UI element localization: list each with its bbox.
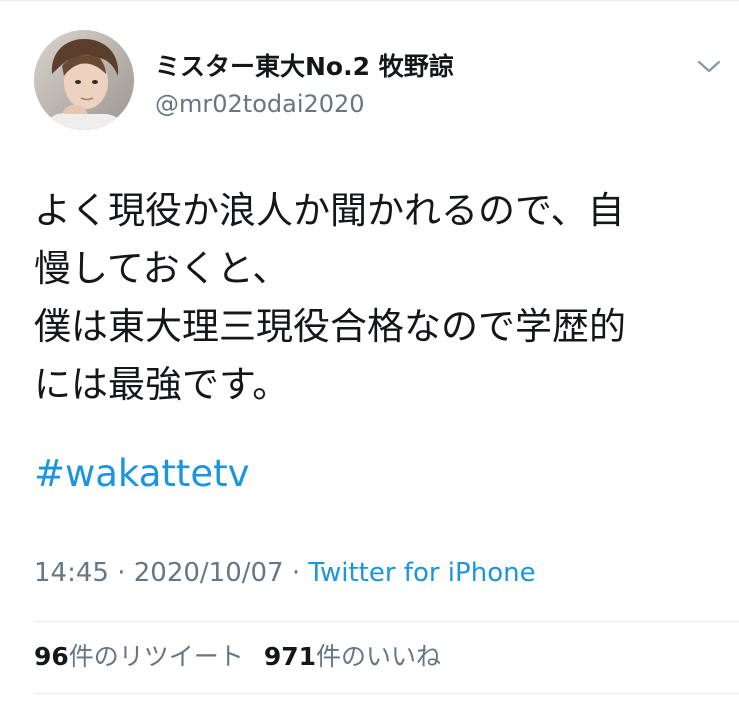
tweet-date: 2020/10/07	[133, 558, 284, 588]
top-divider	[0, 0, 739, 1]
author-handle[interactable]: @mr02todai2020	[155, 89, 365, 119]
tweet-stats: 96件のリツイート 971件のいいね	[34, 641, 441, 673]
tweet-time: 14:45	[34, 558, 109, 588]
like-count: 971	[263, 642, 316, 671]
retweet-count: 96	[34, 642, 69, 671]
like-label: 件のいいね	[316, 642, 442, 671]
meta-separator: ·	[108, 558, 134, 588]
hashtag-link[interactable]: #wakattetv	[34, 450, 250, 498]
tweet-detail: ミスター東大No.2 牧野諒 @mr02todai2020 よく現役か浪人か聞か…	[0, 0, 739, 707]
avatar[interactable]	[34, 30, 134, 130]
retweets-stat[interactable]: 96件のリツイート	[34, 642, 244, 671]
tweet-text: よく現役か浪人か聞かれるので、自 慢しておくと、 僕は東大理三現役合格なので学歴…	[34, 189, 626, 406]
divider	[34, 621, 739, 622]
author-display-name[interactable]: ミスター東大No.2 牧野諒	[155, 52, 454, 82]
likes-stat[interactable]: 971件のいいね	[264, 642, 441, 671]
divider	[34, 693, 739, 694]
profile-photo-icon	[34, 30, 134, 130]
meta-separator: ·	[283, 558, 309, 588]
retweet-label: 件のリツイート	[68, 642, 244, 671]
tweet-metadata: 14:45 · 2020/10/07 · Twitter for iPhone	[34, 556, 536, 590]
chevron-down-icon[interactable]	[694, 54, 724, 78]
tweet-source-link[interactable]: Twitter for iPhone	[308, 558, 535, 588]
